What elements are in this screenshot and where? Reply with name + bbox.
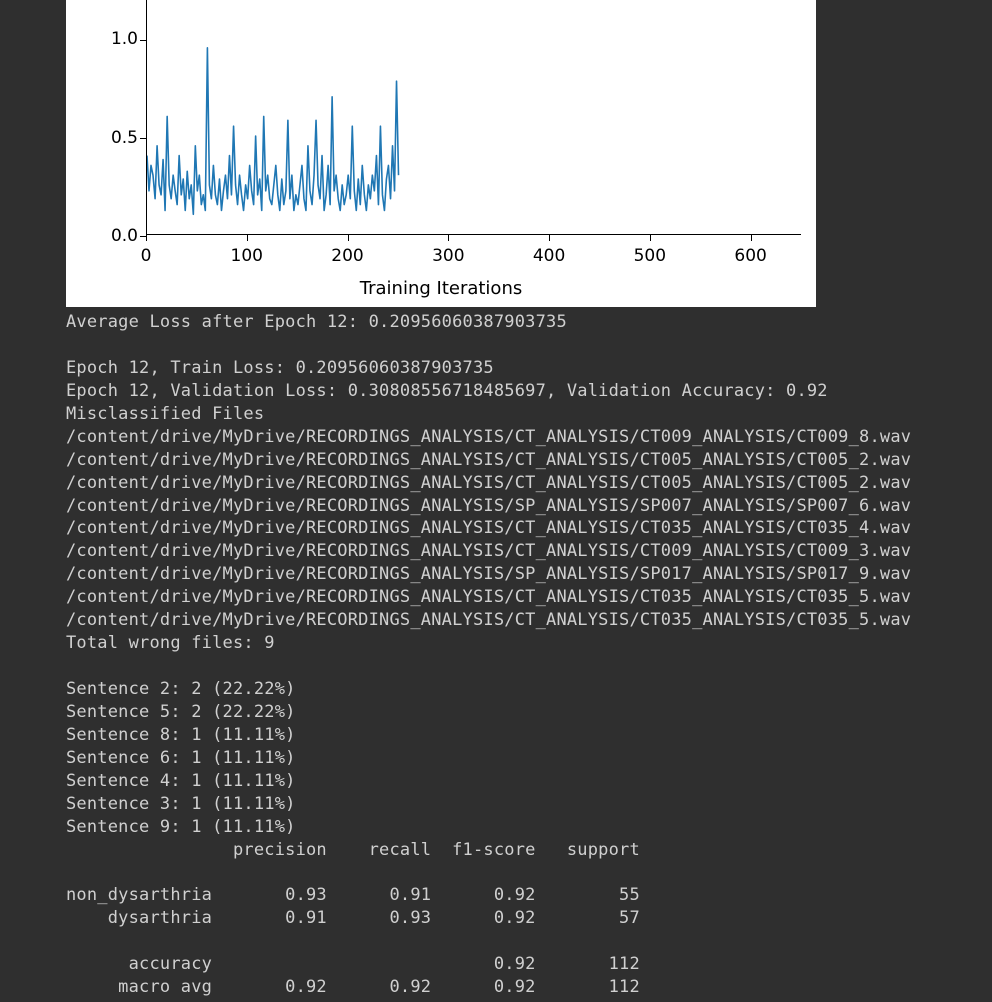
x-tick: 100 (229, 245, 265, 268)
y-tick: 0.5 (102, 127, 138, 150)
x-tick: 300 (430, 245, 466, 268)
y-tick: 1.0 (102, 28, 138, 51)
stdout-output: Average Loss after Epoch 12: 0.209560603… (66, 311, 992, 999)
x-tick: 400 (531, 245, 567, 268)
x-tick: 0 (128, 245, 164, 268)
x-tick: 500 (632, 245, 668, 268)
loss-chart: Lo 0.00.51.0 0100200300400500600 Trainin… (66, 0, 816, 307)
loss-line-svg (147, 0, 801, 234)
notebook-output-cell: Lo 0.00.51.0 0100200300400500600 Trainin… (0, 0, 992, 1002)
x-tick: 600 (733, 245, 769, 268)
plot-area (146, 0, 801, 235)
x-tick: 200 (330, 245, 366, 268)
x-axis-label: Training Iterations (360, 277, 522, 301)
